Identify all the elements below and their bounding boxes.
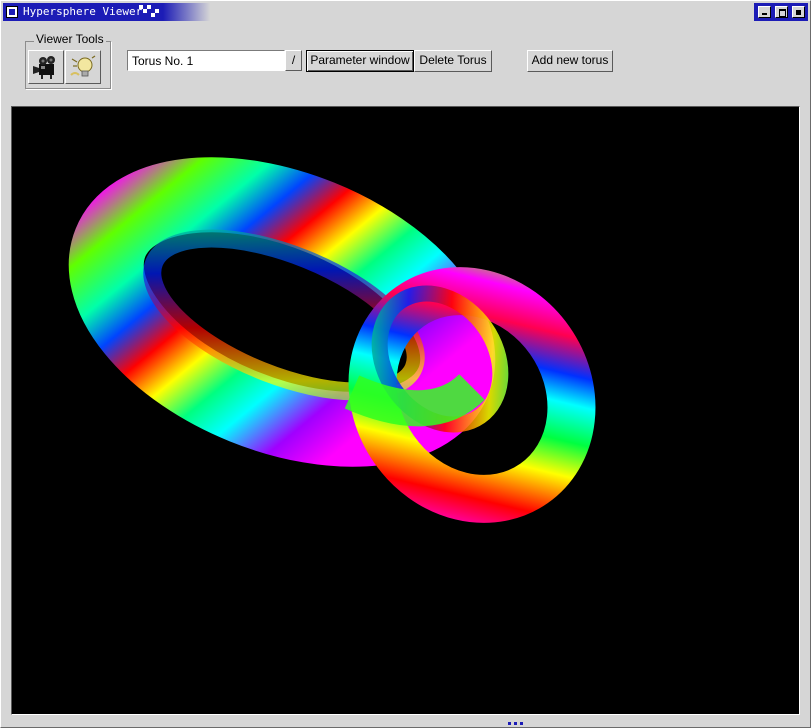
camera-icon [33,56,55,79]
window-title: Hypersphere Viewer [23,5,143,18]
maximize-icon[interactable] [775,6,788,18]
title-bar[interactable]: Hypersphere Viewer [3,3,808,21]
minimize-icon[interactable] [758,6,771,18]
linked-tori-render [68,157,596,523]
resize-grip[interactable] [508,722,524,726]
torus-select-input[interactable]: Torus No. 1 [127,50,285,71]
close-icon[interactable] [792,6,805,18]
title-gradient [163,3,754,21]
parameter-window-button[interactable]: Parameter window [306,50,414,72]
torus-select-dropdown-button[interactable]: / [285,50,302,71]
delete-torus-button[interactable]: Delete Torus [414,50,492,72]
3d-viewport[interactable] [11,106,800,715]
camera-tool-button[interactable] [28,50,64,84]
light-tool-button[interactable] [65,50,101,84]
viewer-tools-label: Viewer Tools [34,32,106,46]
add-new-torus-button[interactable]: Add new torus [527,50,613,72]
window-menu-icon[interactable] [6,6,18,18]
light-bulb-icon [70,55,96,77]
